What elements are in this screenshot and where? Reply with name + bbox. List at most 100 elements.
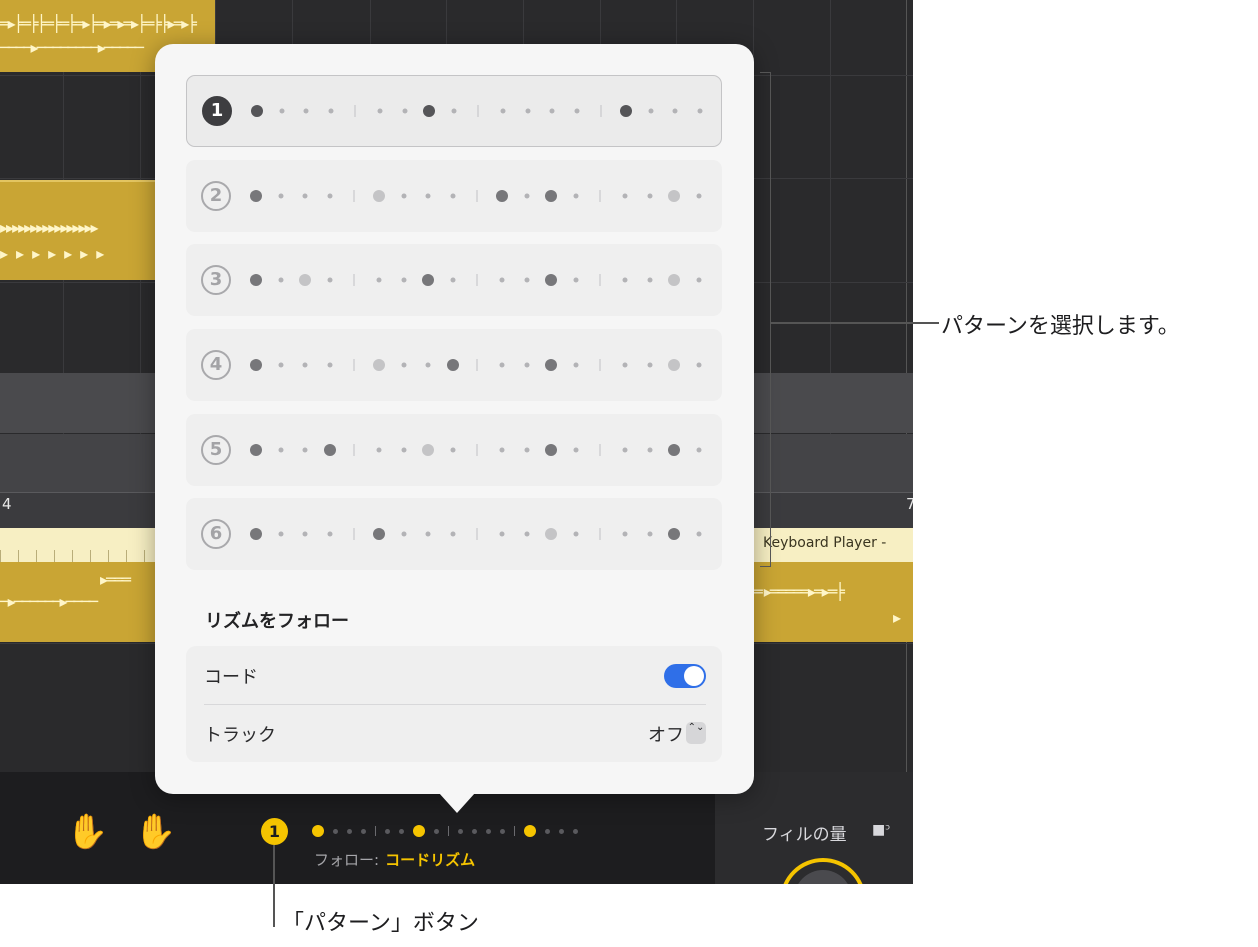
beat-separator	[599, 359, 601, 371]
chevron-updown-icon[interactable]: ⌃⌄	[686, 722, 706, 744]
pattern-number-badge: 2	[201, 181, 231, 211]
rhythm-dot	[451, 108, 457, 114]
ruler-bar-number: 7	[906, 495, 913, 513]
rhythm-dot	[545, 274, 558, 286]
rhythm-dot	[499, 447, 505, 453]
rhythm-dot	[373, 528, 385, 540]
fill-amount-label: フィルの量	[762, 825, 847, 845]
pattern-option-3[interactable]: 3	[186, 244, 722, 316]
track-row[interactable]: トラック オフ ⌃⌄	[204, 704, 706, 762]
region-header[interactable]: Keyboard Player -	[753, 528, 913, 562]
rhythm-dot	[647, 277, 653, 283]
rhythm-dot	[401, 531, 407, 537]
rhythm-dot	[668, 444, 681, 456]
region-header[interactable]	[0, 528, 156, 562]
rhythm-dot	[524, 277, 530, 283]
ruler-bar-number: 4	[2, 495, 12, 513]
rhythm-dot	[499, 362, 505, 368]
chord-label: コード	[204, 667, 258, 688]
rhythm-dot	[647, 447, 653, 453]
toggle-knob	[684, 666, 704, 686]
beat-separator	[600, 105, 602, 117]
rhythm-dot	[573, 277, 579, 283]
pattern-option-4[interactable]: 4	[186, 329, 722, 401]
rhythm-dot	[250, 444, 262, 456]
rhythm-dot	[401, 277, 407, 283]
region-notes: ▸═══	[100, 570, 131, 589]
beat-separator	[353, 528, 355, 540]
follow-status[interactable]: フォロー: コードリズム	[314, 849, 475, 870]
rhythm-dot	[450, 447, 456, 453]
chord-row[interactable]: コード	[204, 646, 706, 704]
rhythm-dot	[573, 531, 579, 537]
rhythm-dot	[668, 274, 681, 286]
pattern-popover: 1 2 3 4 5 6 リズムをフォロー コード トラック オフ ⌃⌄	[155, 44, 754, 794]
rhythm-dot	[524, 531, 530, 537]
region-notes: ═▸╞═╞╞═╞═╞═▸╞═▸═▸═▸╞═╞╞▸═▸╞	[0, 14, 197, 33]
rhythm-dot	[697, 108, 703, 114]
rhythm-dot	[545, 190, 558, 202]
chord-toggle[interactable]	[664, 664, 706, 688]
rhythm-dot	[376, 277, 382, 283]
rhythm-dot	[250, 274, 262, 286]
midi-region[interactable]: ▸═══ ─▸──────▸────	[0, 562, 156, 642]
track-value[interactable]: オフ	[648, 721, 684, 747]
rhythm-dot	[327, 531, 333, 537]
rhythm-dot	[373, 190, 385, 202]
rhythm-dot	[545, 359, 558, 371]
rhythm-dot	[696, 277, 702, 283]
rhythm-dot	[524, 362, 530, 368]
pattern-button[interactable]: 1	[261, 818, 288, 845]
rhythm-dot	[373, 359, 385, 371]
rhythm-dot	[450, 193, 456, 199]
rhythm-dot	[422, 444, 435, 456]
rhythm-dot	[302, 531, 308, 537]
beat-separator	[353, 444, 355, 456]
pattern-option-6[interactable]: 6	[186, 498, 722, 570]
track-label: トラック	[204, 725, 276, 746]
rhythm-dot	[573, 447, 579, 453]
rhythm-dot	[328, 108, 334, 114]
rhythm-dot	[402, 108, 408, 114]
rhythm-dot	[250, 190, 262, 202]
beat-separator	[353, 359, 355, 371]
rhythm-dot	[423, 105, 436, 117]
rhythm-dot	[303, 108, 309, 114]
pattern-number-badge: 5	[201, 435, 231, 465]
callout-line	[273, 845, 275, 927]
midi-region[interactable]: ▸▸▸▸▸▸▸▸▸▸▸▸▸▸▸▸ ▸▸▸▸▸▸▸	[0, 180, 155, 280]
follow-label: フォロー:	[314, 851, 380, 869]
pattern-option-1[interactable]: 1	[186, 75, 722, 147]
callout-bracket	[760, 72, 771, 567]
hand-icon[interactable]: ✋	[134, 812, 176, 852]
rhythm-dot	[647, 193, 653, 199]
rhythm-dot	[327, 277, 333, 283]
rhythm-dot	[696, 531, 702, 537]
pattern-number-badge: 3	[201, 265, 231, 295]
hand-icon[interactable]: ✋	[66, 812, 108, 852]
pattern-option-2[interactable]: 2	[186, 160, 722, 232]
rhythm-dot	[696, 193, 702, 199]
beat-separator	[476, 190, 478, 202]
lock-open-icon[interactable]: ■ᵓ	[872, 822, 890, 838]
region-ticks	[0, 550, 156, 562]
rhythm-dot	[425, 531, 431, 537]
rhythm-dot	[525, 108, 531, 114]
pattern-option-5[interactable]: 5	[186, 414, 722, 486]
region-notes: ═ ▸═════▸═▸═╞	[753, 582, 845, 601]
pattern-number-badge: 1	[202, 96, 232, 126]
rhythm-dot	[573, 362, 579, 368]
rhythm-dot	[327, 362, 333, 368]
popover-arrow	[439, 793, 475, 813]
beat-separator	[354, 105, 356, 117]
rhythm-dot	[500, 108, 506, 114]
rhythm-dot	[668, 528, 681, 540]
rhythm-dot	[622, 362, 628, 368]
rhythm-dot	[573, 193, 579, 199]
rhythm-dot	[302, 447, 308, 453]
region-notes: ▸▸▸▸▸▸▸▸▸▸▸▸▸▸▸▸	[0, 218, 99, 237]
rhythm-dot	[549, 108, 555, 114]
midi-region[interactable]: ═ ▸═════▸═▸═╞ ▸	[753, 562, 913, 642]
rhythm-dot	[545, 444, 558, 456]
rhythm-dot	[648, 108, 654, 114]
